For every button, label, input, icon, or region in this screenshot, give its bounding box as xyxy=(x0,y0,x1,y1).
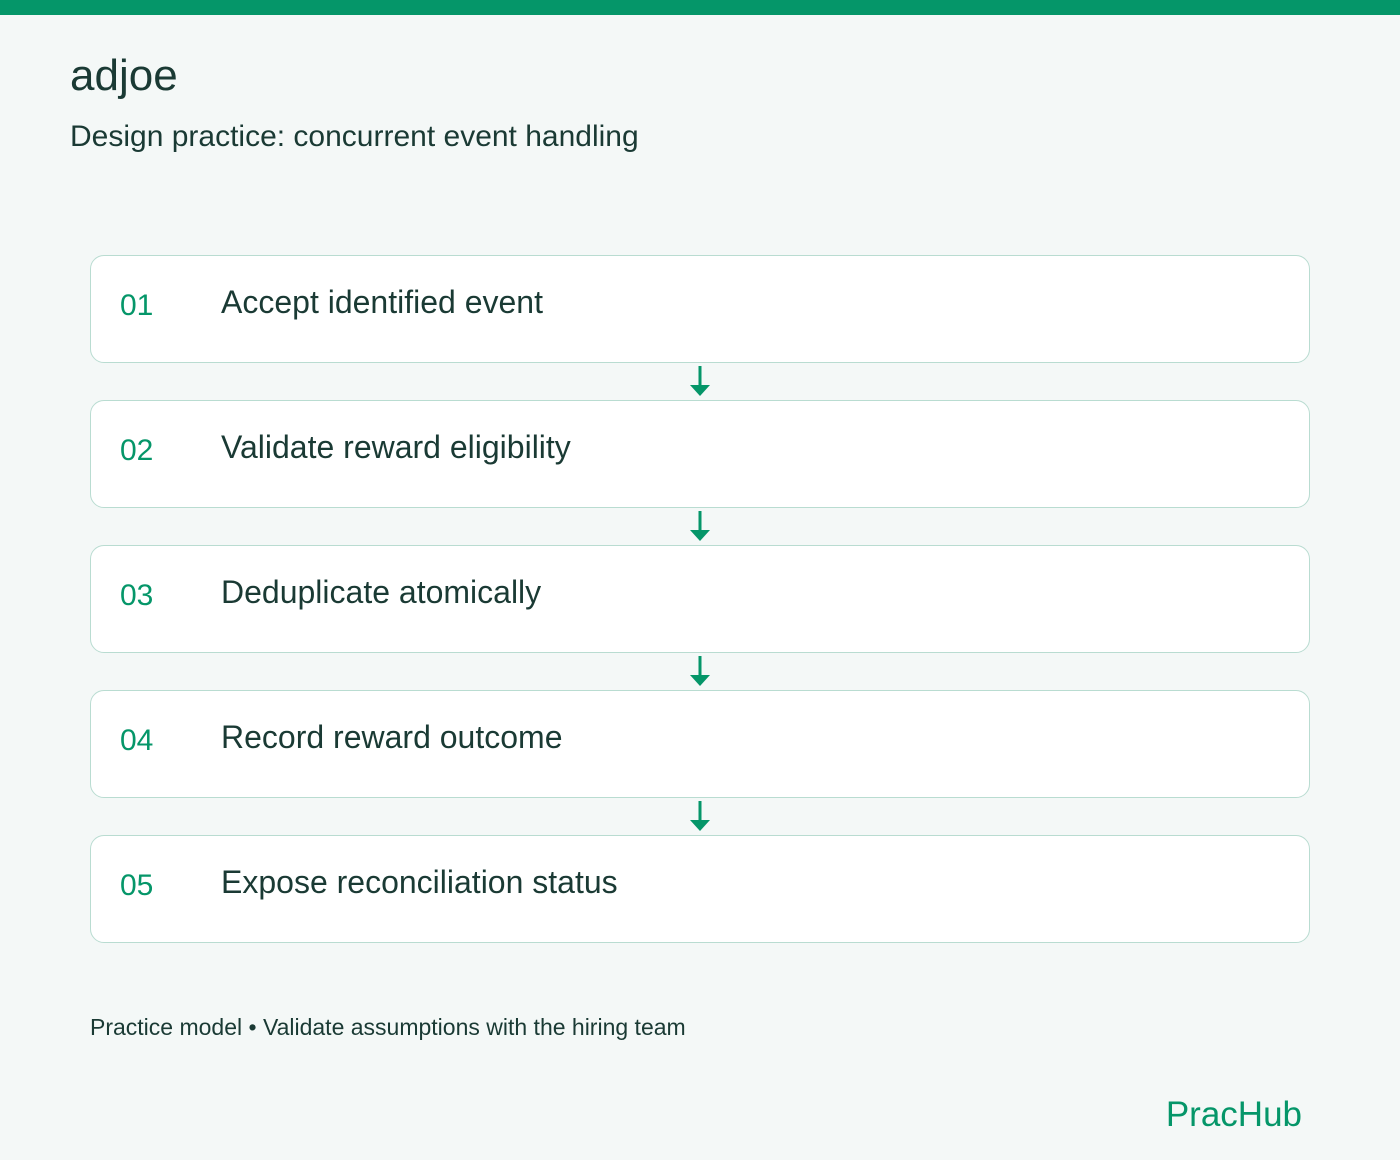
step-number: 01 xyxy=(120,289,154,322)
page-subtitle: Design practice: concurrent event handli… xyxy=(70,120,639,153)
top-accent-bar xyxy=(0,0,1400,15)
step-label: Expose reconciliation status xyxy=(221,864,618,900)
step-number: 02 xyxy=(120,434,154,467)
step-number: 03 xyxy=(120,579,154,612)
brand-logo-text: PracHub xyxy=(1165,1095,1302,1134)
footer-note: Practice model • Validate assumptions wi… xyxy=(90,1014,686,1040)
step-card-4: 04 Record reward outcome xyxy=(90,690,1310,798)
step-card-2: 02 Validate reward eligibility xyxy=(90,400,1310,508)
step-label: Record reward outcome xyxy=(221,719,563,755)
arrow-down-icon xyxy=(690,366,710,396)
step-number: 05 xyxy=(120,869,154,902)
arrow-down-icon xyxy=(690,511,710,541)
step-card-1: 01 Accept identified event xyxy=(90,255,1310,363)
arrow-down-icon xyxy=(690,656,710,686)
step-label: Validate reward eligibility xyxy=(221,429,571,465)
arrow-down-icon xyxy=(690,801,710,831)
step-number: 04 xyxy=(120,724,154,757)
step-card-5: 05 Expose reconciliation status xyxy=(90,835,1310,943)
step-label: Deduplicate atomically xyxy=(221,574,542,610)
company-title: adjoe xyxy=(70,51,178,100)
step-card-3: 03 Deduplicate atomically xyxy=(90,545,1310,653)
step-label: Accept identified event xyxy=(221,284,543,320)
